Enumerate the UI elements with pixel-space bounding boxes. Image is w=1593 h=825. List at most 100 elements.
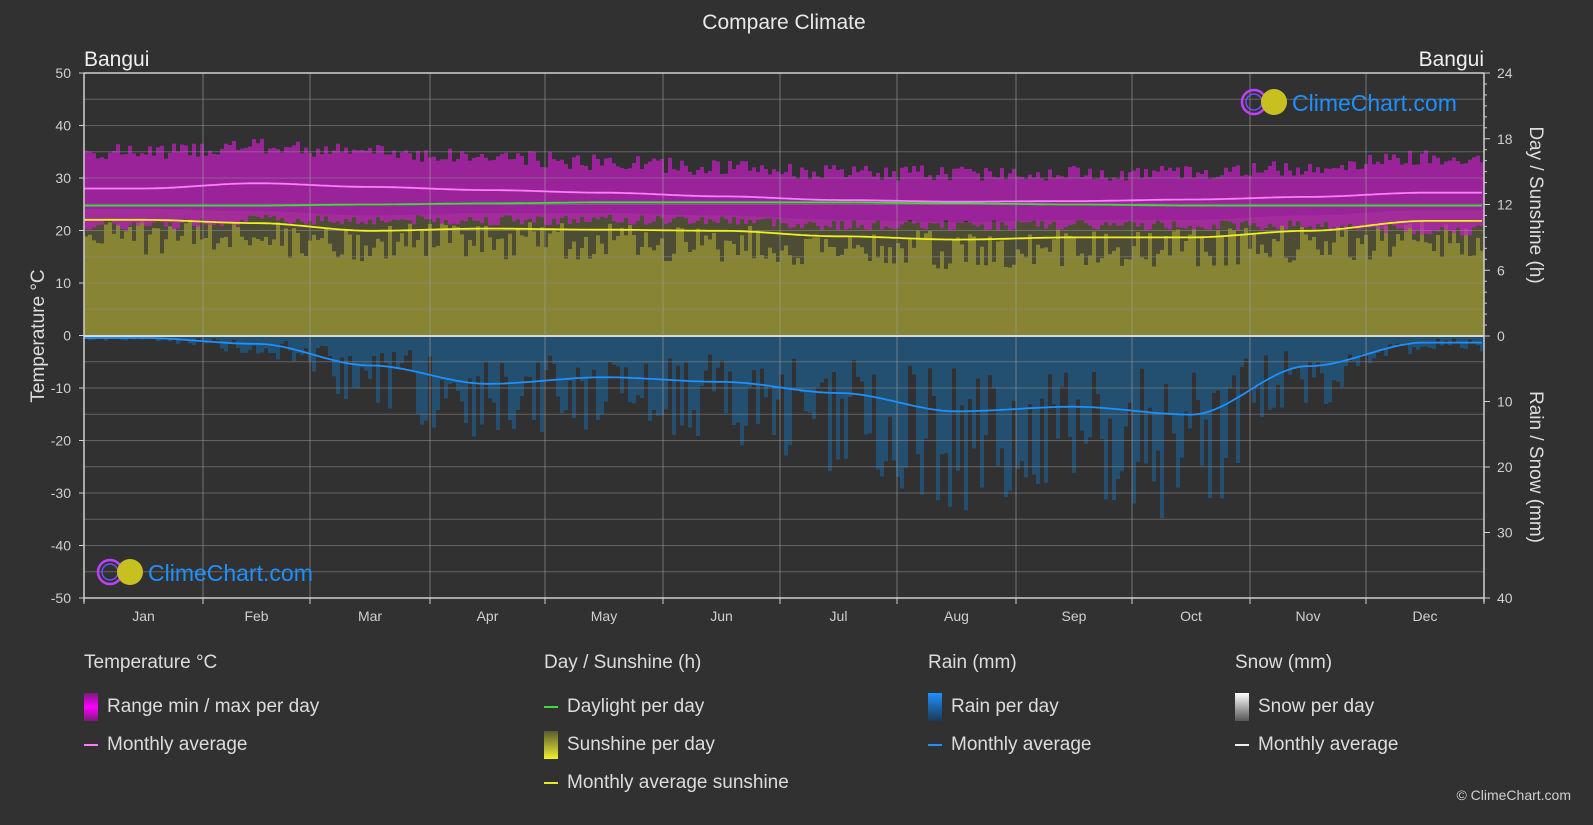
rain-day-bar [1004,336,1008,498]
sunshine-day-bar [1320,254,1324,336]
y-left-tick-label: -30 [51,485,71,501]
rain-day-bar [572,336,576,419]
rain-day-bar [1100,336,1104,439]
rain-day-bar [1264,336,1268,356]
sunshine-day-bar [348,234,352,336]
x-tick-label: Jan [132,608,155,624]
temp-range-day-bar [488,160,492,226]
sunshine-day-bar [1012,264,1016,336]
temp-range-day-bar [1300,174,1304,227]
sunshine-day-gap [976,221,980,265]
sunshine-day-gap [980,221,984,247]
sunshine-day-gap [592,213,596,254]
rain-day-bar [376,336,380,403]
sunshine-day-bar [848,237,852,336]
temp-range-day-bar [1056,175,1060,229]
sunshine-day-bar [1188,234,1192,336]
legend-snow: Snow (mm) Snow per day Monthly average [1235,652,1398,764]
sunshine-day-gap [732,215,736,244]
sunshine-day-bar [180,235,184,336]
rain-day-bar [1136,336,1140,462]
rain-day-bar [1088,336,1092,438]
sunshine-day-bar [884,262,888,336]
rain-day-bar [1056,336,1060,439]
rain-day-bar [584,336,588,430]
temp-range-day-bar [640,169,644,216]
temp-range-day-bar [1084,175,1088,224]
sunshine-day-gap [1196,219,1200,267]
temp-range-day-bar [1476,155,1480,226]
temp-range-day-bar [148,146,152,226]
temp-range-day-bar [124,154,128,230]
rain-day-bar [328,336,332,357]
rain-day-bar [576,336,580,368]
sunshine-day-bar [644,232,648,336]
sunshine-day-bar [1316,249,1320,336]
temp-range-day-bar [816,176,820,227]
temp-range-swatch-icon [84,693,98,721]
sunshine-day-bar [1144,259,1148,336]
sunshine-day-gap [424,214,428,256]
rain-day-bar [724,336,728,414]
sunshine-day-bar [1344,228,1348,336]
sunshine-day-bar [752,258,756,336]
daylight-swatch-icon [544,706,558,708]
temp-range-day-bar [1324,168,1328,223]
sunshine-day-bar [1464,228,1468,336]
rain-day-bar [1104,336,1108,500]
sunshine-day-bar [548,233,552,336]
sunshine-day-bar [1340,236,1344,336]
temp-range-day-bar [280,152,284,219]
sunshine-day-bar [1060,265,1064,336]
x-tick-label: Sep [1062,608,1087,624]
temp-range-day-bar [1060,176,1064,230]
rain-day-bar [532,336,536,420]
temp-range-day-bar [812,171,816,223]
sunshine-day-bar [1264,252,1268,336]
y-left-tick-label: -20 [51,433,71,449]
sunshine-day-bar [340,254,344,336]
temp-range-day-bar [1440,164,1444,228]
temp-range-day-bar [484,157,488,218]
sunshine-day-bar [1160,249,1164,336]
legend-label: Monthly average [951,734,1092,755]
temp-range-day-bar [1312,172,1316,230]
rain-day-bar [372,336,376,357]
temp-range-day-bar [972,171,976,225]
temp-range-day-bar [400,152,404,220]
temp-range-day-bar [236,149,240,226]
sunshine-day-bar [856,244,860,336]
rain-day-bar [860,336,864,382]
temp-range-day-bar [968,168,972,223]
rain-day-bar [604,336,608,402]
rain-day-bar [920,336,924,495]
temp-range-day-bar [1280,175,1284,226]
y-left-tick-label: -40 [51,538,71,554]
temp-range-day-bar [832,165,836,221]
temp-range-day-bar [412,159,416,225]
temp-range-day-bar [1160,165,1164,223]
rain-day-bar [1476,336,1480,346]
rain-day-bar [348,336,352,356]
rain-day-bar [804,336,808,412]
rain-day-bar [1092,336,1096,372]
sunshine-day-bar [132,240,136,336]
temp-range-day-bar [164,158,168,227]
sunshine-day-bar [964,261,968,336]
rain-day-bar [1152,336,1156,482]
rain-day-bar [1048,336,1052,375]
sunshine-day-bar [892,263,896,336]
temp-range-day-bar [936,174,940,223]
sunshine-day-gap [1100,219,1104,259]
temp-range-day-bar [852,166,856,221]
sunshine-day-bar [636,254,640,336]
sunshine-day-bar [720,261,724,336]
temp-range-day-bar [144,154,148,226]
temp-range-day-bar [220,149,224,227]
sunshine-day-bar [1220,235,1224,336]
sunshine-day-bar [704,235,708,336]
sunshine-day-bar [632,234,636,336]
rain-day-bar [524,336,528,377]
sunshine-day-bar [152,227,156,336]
rain-day-bar [1220,336,1224,499]
